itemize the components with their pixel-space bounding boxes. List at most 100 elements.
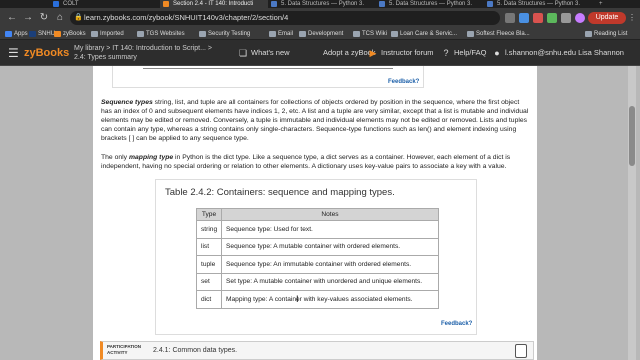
folder-icon (137, 31, 144, 37)
help-label: Help/FAQ (454, 48, 487, 57)
tab-python-docs-3[interactable]: 5. Data Structures — Python 3. (484, 0, 592, 8)
scrollbar-thumb[interactable] (629, 106, 635, 166)
folder-icon (91, 31, 98, 37)
tab-python-docs-1[interactable]: 5. Data Structures — Python 3. (268, 0, 376, 8)
tab-label: COLT (63, 1, 79, 7)
bookmark-snhu[interactable]: SNHU (28, 28, 55, 40)
new-tab-button[interactable]: + (596, 0, 608, 8)
bookmark-loan-care[interactable]: Loan Care & Servic... (390, 28, 457, 40)
address-bar: ← → ↻ ⌂ 🔒 learn.zybooks.com/zybook/SNHUI… (0, 8, 640, 28)
completion-check-icon (515, 344, 527, 358)
type-cell: tuple (196, 255, 222, 274)
bookmark-tcs-wiki[interactable]: TCS Wiki (352, 28, 387, 40)
bookmark-email[interactable]: Email (268, 28, 293, 40)
bookmark-softest-fleece[interactable]: Softest Fleece Bla... (466, 28, 530, 40)
content-area: Feedback? Sequence types string, list, a… (0, 66, 640, 360)
user-menu[interactable]: ● l.shannon@snhu.edu Lisa Shannon (492, 48, 624, 58)
folder-icon (269, 31, 276, 37)
bookmark-reading-list[interactable]: Reading List (584, 28, 627, 40)
folder-icon (391, 31, 398, 37)
instructor-label: Instructor forum (381, 48, 434, 57)
bookmark-development[interactable]: Development (298, 28, 343, 40)
bookmark-label: Apps (14, 31, 28, 37)
table-row: set Set type: A mutable container with un… (196, 272, 439, 291)
apps-grid-icon (5, 31, 12, 37)
reload-icon[interactable]: ↻ (38, 12, 50, 24)
paragraph-text: The only (101, 154, 129, 161)
gift-icon: ❏ (238, 48, 248, 58)
bookmark-apps[interactable]: Apps (4, 28, 28, 40)
snhu-icon (29, 31, 36, 37)
table-header-row: Type Notes (196, 208, 439, 221)
extension-icon[interactable] (505, 13, 515, 23)
menu-dots-icon[interactable]: ⋮ (628, 12, 636, 24)
zybooks-header: ☰ zyBooks My library > IT 140: Introduct… (0, 40, 640, 66)
bookmark-label: Development (308, 31, 344, 37)
python-icon (379, 1, 385, 7)
bookmark-label: Softest Fleece Bla... (476, 31, 530, 37)
feedback-link[interactable]: Feedback? (388, 79, 419, 85)
back-icon[interactable]: ← (6, 12, 18, 24)
user-label: l.shannon@snhu.edu Lisa Shannon (505, 48, 624, 57)
tab-zybooks-section[interactable]: Section 2.4 - IT 140: Introducti (160, 0, 268, 8)
page-scrollbar[interactable] (628, 66, 636, 360)
column-header-type: Type (196, 208, 222, 221)
tab-colt[interactable]: COLT (50, 0, 160, 8)
notes-cell: Set type: A mutable container with unord… (221, 272, 439, 291)
type-cell: set (196, 272, 222, 291)
bookmark-label: Email (278, 31, 294, 37)
megaphone-icon: ▶ (369, 48, 377, 58)
table-row: tuple Sequence type: An immutable contain… (196, 255, 439, 274)
folder-icon (467, 31, 474, 37)
type-cell: dict (196, 290, 222, 309)
section-title: 2.4: Types summary (74, 54, 137, 61)
bookmark-imported[interactable]: Imported (90, 28, 124, 40)
adopt-zybook-link[interactable]: Adopt a zyBook (310, 48, 376, 58)
extension-icon[interactable] (533, 13, 543, 23)
tab-label: 5. Data Structures — Python 3. (497, 1, 581, 7)
instructor-forum-button[interactable]: ▶ Instructor forum (368, 48, 434, 58)
paragraph-text: string, list, and tuple are all containe… (101, 99, 529, 142)
url-input[interactable]: 🔒 learn.zybooks.com/zybook/SNHUIT140v3/c… (70, 11, 500, 25)
participation-label: PARTICIPATION ACTIVITY (107, 344, 141, 355)
mapping-type-paragraph: The only mapping type in Python is the d… (101, 154, 531, 172)
previous-content-box: Feedback? (112, 66, 424, 88)
previous-content-frame (143, 66, 393, 69)
home-icon[interactable]: ⌂ (54, 12, 66, 24)
extension-icon[interactable] (547, 13, 557, 23)
help-faq-button[interactable]: ? Help/FAQ (441, 48, 487, 58)
avatar[interactable] (575, 13, 585, 23)
bookmark-zybooks[interactable]: zyBooks (53, 28, 86, 40)
help-icon: ? (443, 48, 449, 58)
bookmarks-bar: Apps SNHU zyBooks Imported TGS Websites … (0, 28, 640, 40)
whats-new-button[interactable]: ❏ What's new (238, 48, 290, 58)
table-container: Table 2.4.2: Containers: sequence and ma… (155, 179, 477, 335)
update-button[interactable]: Update (588, 12, 626, 24)
reading-list-icon (585, 31, 592, 37)
browser-window: COLT Section 2.4 - IT 140: Introducti 5.… (0, 0, 640, 360)
bookmark-tgs-websites[interactable]: TGS Websites (136, 28, 185, 40)
notes-cell: Sequence type: An immutable container wi… (221, 255, 439, 274)
zybooks-logo[interactable]: zyBooks (24, 46, 69, 60)
table-row: list Sequence type: A mutable container w… (196, 237, 439, 256)
term-mapping-type: mapping type (128, 154, 174, 161)
bookmark-label: TCS Wiki (362, 31, 387, 37)
extension-icon[interactable] (519, 13, 529, 23)
breadcrumb[interactable]: My library > IT 140: Introduction to Scr… (74, 44, 212, 53)
bookmark-security-testing[interactable]: Security Testing (198, 28, 250, 40)
bookmark-label: Reading List (594, 31, 628, 37)
type-cell: string (196, 220, 222, 239)
zybooks-icon (54, 31, 61, 37)
tab-label: 5. Data Structures — Python 3. (389, 1, 473, 7)
forward-icon[interactable]: → (22, 12, 34, 24)
hamburger-menu-icon[interactable]: ☰ (8, 47, 20, 59)
feedback-link[interactable]: Feedback? (441, 321, 472, 327)
term-sequence-types: Sequence types (101, 99, 153, 106)
column-header-notes: Notes (221, 208, 439, 221)
table-row: dict Mapping type: A container with key-v… (196, 290, 439, 309)
tab-label: Section 2.4 - IT 140: Introducti (173, 1, 254, 7)
folder-icon (353, 31, 360, 37)
tab-python-docs-2[interactable]: 5. Data Structures — Python 3. (376, 0, 484, 8)
bookmark-label: zyBooks (63, 31, 86, 37)
extensions-puzzle-icon[interactable] (561, 13, 571, 23)
